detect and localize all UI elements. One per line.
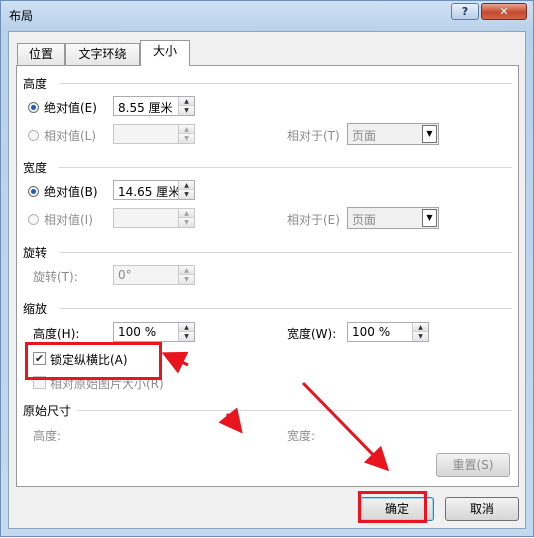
dropdown-icon[interactable]: ▼ — [422, 209, 437, 227]
rotate-value: 0° — [118, 268, 132, 282]
scale-width-value: 100 % — [352, 325, 391, 339]
reset-button[interactable]: 重置(S) — [436, 453, 510, 477]
title-bar: 布局 ? ✕ — [1, 1, 533, 29]
height-relative-label: 相对值(L) — [44, 129, 97, 143]
spinner: ▲ ▼ — [178, 323, 194, 341]
spin-up-icon[interactable]: ▲ — [413, 323, 428, 332]
spinner: ▲ ▼ — [178, 125, 194, 143]
height-absolute-label: 绝对值(E) — [44, 101, 97, 115]
dialog-body: 位置 文字环绕 大小 高度 绝对值(E) 8.55 厘米 ▲ ▼ 相对值(L) … — [8, 31, 526, 529]
spin-up-icon[interactable]: ▲ — [179, 323, 194, 332]
spinner: ▲ ▼ — [178, 266, 194, 284]
relative-original-label: 相对原始图片大小(R) — [50, 377, 164, 391]
spin-down-icon[interactable]: ▼ — [413, 332, 428, 341]
lock-aspect-label: 锁定纵横比(A) — [50, 353, 128, 367]
ok-button[interactable]: 确定 — [360, 497, 434, 521]
scale-height-input[interactable]: 100 % ▲ ▼ — [113, 322, 195, 342]
divider — [59, 83, 512, 84]
height-relative-radio[interactable] — [28, 130, 39, 141]
scale-height-value: 100 % — [118, 325, 157, 339]
dialog-title: 布局 — [9, 9, 34, 23]
scale-height-label: 高度(H): — [33, 327, 80, 341]
height-section-title: 高度 — [23, 77, 48, 91]
cancel-button[interactable]: 取消 — [445, 497, 519, 521]
help-button[interactable]: ? — [451, 3, 479, 20]
spinner: ▲ ▼ — [178, 181, 194, 199]
checkmark-icon: ✔ — [34, 352, 45, 365]
scale-width-label: 宽度(W): — [287, 327, 337, 341]
spin-down-icon[interactable]: ▼ — [179, 106, 194, 115]
layout-dialog: 布局 ? ✕ 位置 文字环绕 大小 高度 绝对值(E) 8.55 厘米 ▲ ▼ … — [0, 0, 534, 537]
height-relative-to-value: 页面 — [352, 129, 377, 143]
divider — [59, 252, 512, 253]
size-panel: 高度 绝对值(E) 8.55 厘米 ▲ ▼ 相对值(L) ▲ ▼ 相对于(T) — [16, 65, 519, 487]
spin-up-icon[interactable]: ▲ — [179, 181, 194, 190]
relative-original-checkbox[interactable] — [33, 376, 46, 389]
rotate-section-title: 旋转 — [23, 246, 48, 260]
width-relative-to-value: 页面 — [352, 213, 377, 227]
width-section-title: 宽度 — [23, 161, 48, 175]
divider — [59, 167, 512, 168]
dropdown-icon[interactable]: ▼ — [422, 125, 437, 143]
spinner: ▲ ▼ — [412, 323, 428, 341]
help-icon: ? — [461, 5, 469, 18]
height-relative-to-select[interactable]: 页面 ▼ — [347, 123, 439, 145]
width-relative-to-label: 相对于(E) — [287, 213, 340, 227]
width-absolute-value: 14.65 厘米 — [118, 185, 181, 199]
height-relative-to-label: 相对于(T) — [287, 129, 340, 143]
rotate-input[interactable]: 0° ▲ ▼ — [113, 265, 195, 285]
original-width-label: 宽度: — [287, 429, 316, 443]
width-absolute-input[interactable]: 14.65 厘米 ▲ ▼ — [113, 180, 195, 200]
spin-up-icon[interactable]: ▲ — [179, 97, 194, 106]
close-button[interactable]: ✕ — [481, 3, 527, 20]
spin-down-icon[interactable]: ▼ — [179, 332, 194, 341]
spin-up-icon[interactable]: ▲ — [179, 125, 194, 134]
spin-down-icon[interactable]: ▼ — [179, 190, 194, 199]
spinner: ▲ ▼ — [178, 97, 194, 115]
width-relative-label: 相对值(I) — [44, 213, 93, 227]
height-absolute-value: 8.55 厘米 — [118, 101, 173, 115]
spinner: ▲ ▼ — [178, 209, 194, 227]
spin-down-icon[interactable]: ▼ — [179, 134, 194, 143]
divider — [77, 410, 512, 411]
close-icon: ✕ — [499, 5, 509, 18]
height-absolute-input[interactable]: 8.55 厘米 ▲ ▼ — [113, 96, 195, 116]
divider — [59, 308, 512, 309]
width-relative-to-select[interactable]: 页面 ▼ — [347, 207, 439, 229]
height-relative-input[interactable]: ▲ ▼ — [113, 124, 195, 144]
width-absolute-label: 绝对值(B) — [44, 185, 98, 199]
tab-position[interactable]: 位置 — [17, 43, 65, 65]
tab-size[interactable]: 大小 — [140, 40, 190, 66]
width-relative-radio[interactable] — [28, 214, 39, 225]
tab-text-wrapping[interactable]: 文字环绕 — [65, 43, 140, 65]
spin-up-icon[interactable]: ▲ — [179, 209, 194, 218]
lock-aspect-checkbox[interactable]: ✔ — [33, 352, 46, 365]
width-relative-input[interactable]: ▲ ▼ — [113, 208, 195, 228]
spin-up-icon[interactable]: ▲ — [179, 266, 194, 275]
spin-down-icon[interactable]: ▼ — [179, 218, 194, 227]
scale-section-title: 缩放 — [23, 302, 48, 316]
original-height-label: 高度: — [33, 429, 62, 443]
scale-width-input[interactable]: 100 % ▲ ▼ — [347, 322, 429, 342]
spin-down-icon[interactable]: ▼ — [179, 275, 194, 284]
original-section-title: 原始尺寸 — [23, 404, 72, 418]
height-absolute-radio[interactable] — [28, 102, 39, 113]
width-absolute-radio[interactable] — [28, 186, 39, 197]
rotate-label: 旋转(T): — [33, 270, 78, 284]
